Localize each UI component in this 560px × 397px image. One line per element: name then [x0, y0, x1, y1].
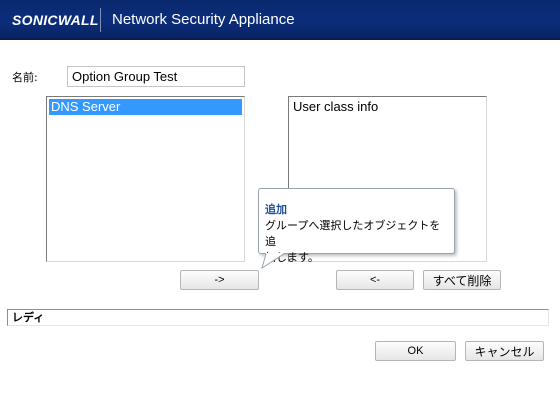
list-item-dns-server[interactable]: DNS Server: [49, 99, 242, 115]
status-text: レディ: [12, 311, 45, 324]
cancel-button[interactable]: キャンセル: [465, 341, 544, 361]
add-tooltip: 追加 グループへ選択したオブジェクトを追 加します。: [258, 188, 455, 264]
status-bar: レディ: [7, 309, 549, 326]
header-divider: [100, 8, 101, 32]
tooltip-body-line1: グループへ選択したオブジェクトを追: [265, 219, 441, 248]
tooltip-pointer: [261, 253, 285, 270]
tooltip-body-line2: 加します。: [265, 251, 319, 264]
name-input[interactable]: [67, 66, 245, 87]
app-title: Network Security Appliance: [112, 11, 295, 28]
tooltip-title: 追加: [265, 203, 287, 216]
add-button[interactable]: ->: [180, 270, 259, 290]
remove-all-button[interactable]: すべて削除: [423, 270, 501, 290]
remove-button[interactable]: <-: [336, 270, 414, 290]
ok-button[interactable]: OK: [375, 341, 456, 361]
app-header: SONICWALL Network Security Appliance: [0, 0, 560, 40]
sonicwall-logo: SONICWALL: [12, 12, 99, 28]
available-objects-list[interactable]: DNS Server: [46, 96, 245, 262]
list-item-user-class-info[interactable]: User class info: [291, 99, 484, 115]
name-label: 名前:: [12, 71, 38, 84]
